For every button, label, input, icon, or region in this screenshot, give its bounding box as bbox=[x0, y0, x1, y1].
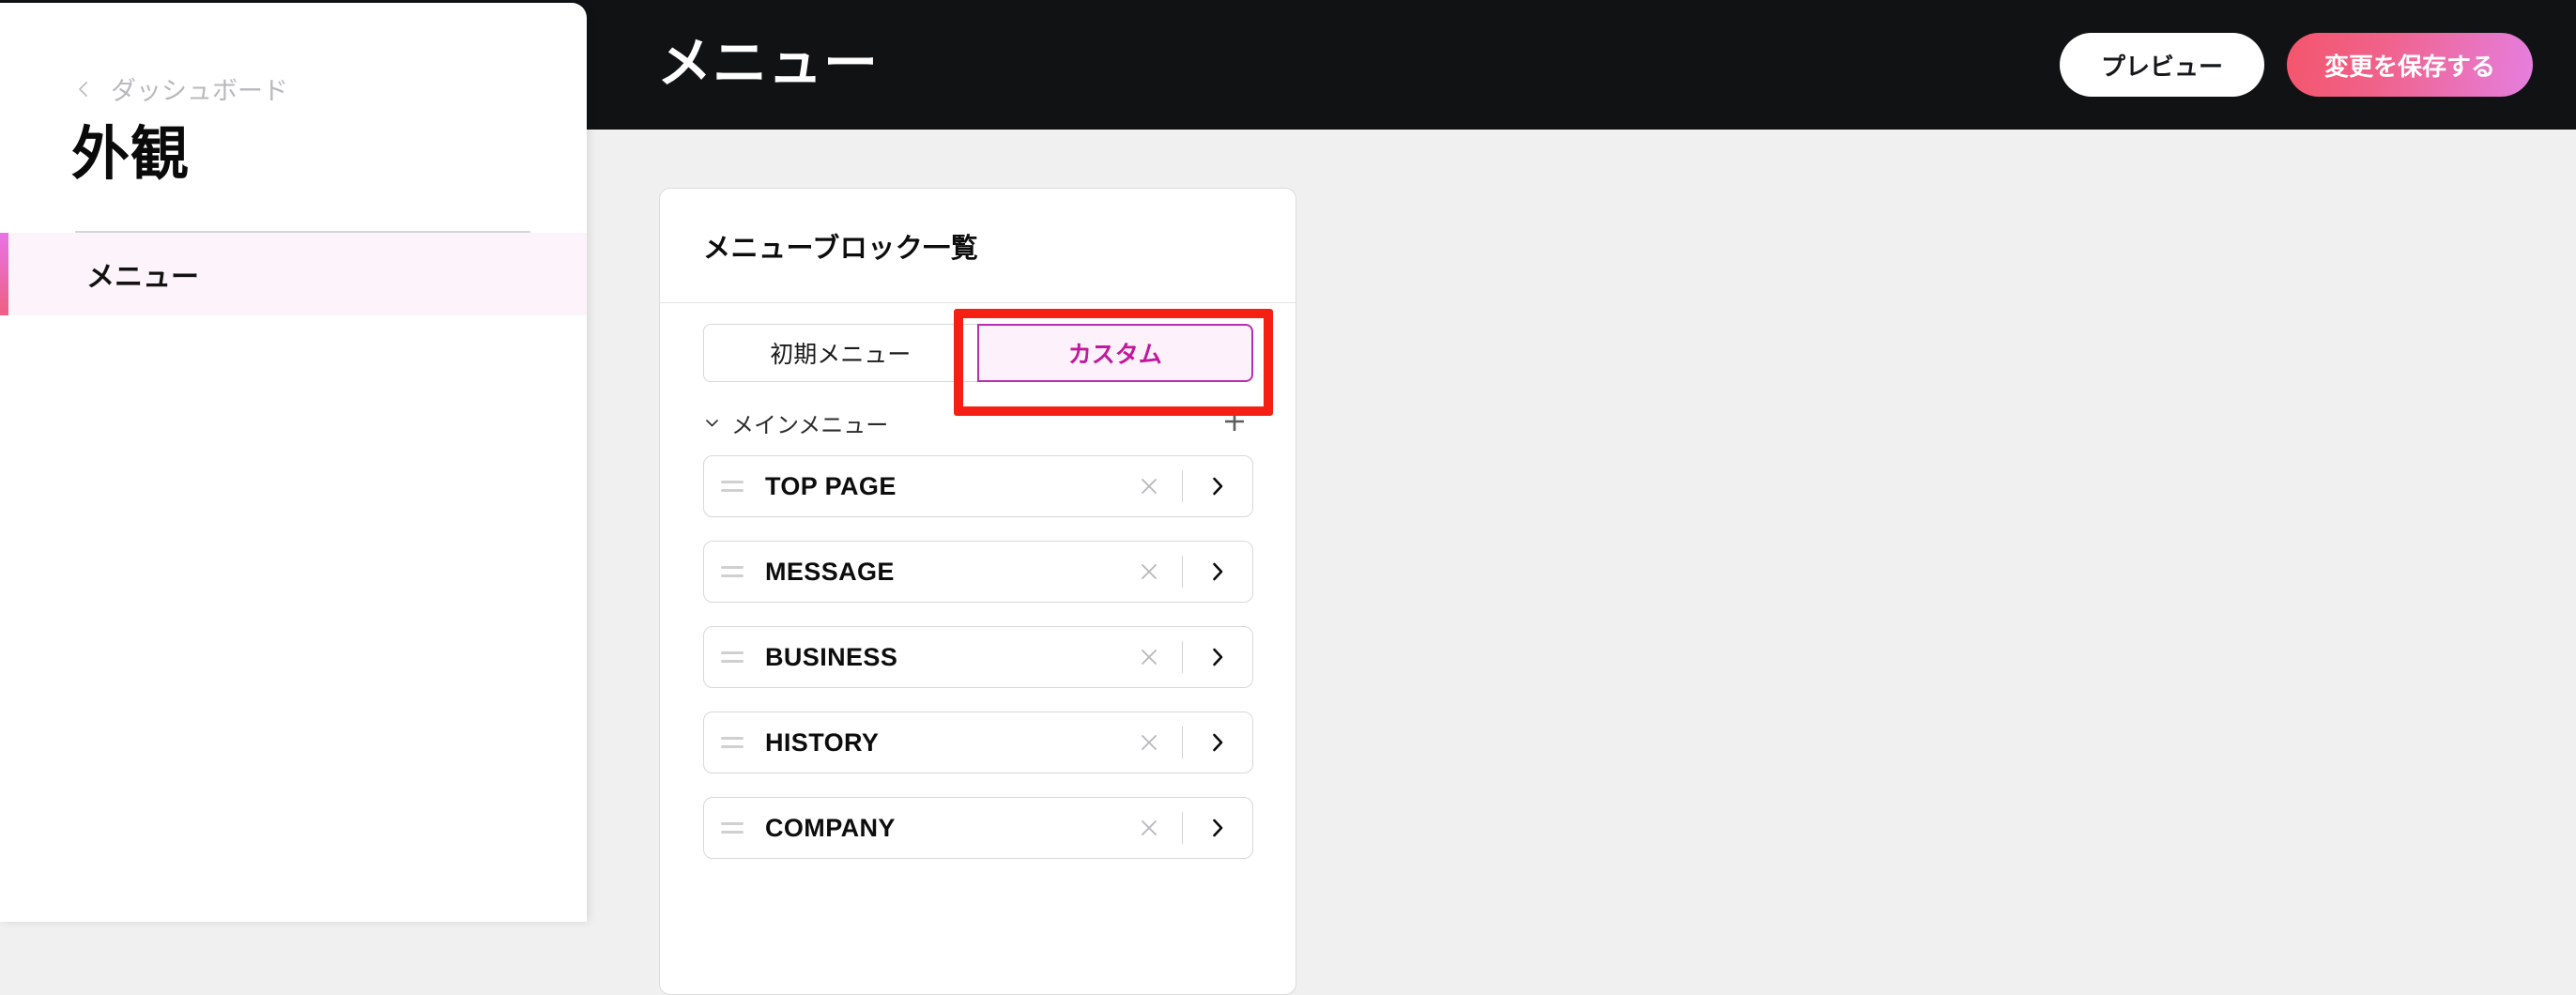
menu-item-label: COMPANY bbox=[765, 813, 896, 842]
card-header: メニューブロック一覧 bbox=[660, 189, 1296, 303]
close-icon[interactable] bbox=[1129, 637, 1169, 677]
breadcrumb-label: ダッシュボード bbox=[111, 77, 288, 105]
app-root: メニュー プレビュー 変更を保存する ダッシュボード 外観 メニュー メニューブ… bbox=[0, 0, 2576, 995]
row-divider bbox=[1182, 727, 1183, 758]
chevron-right-icon[interactable] bbox=[1196, 465, 1239, 508]
row-divider bbox=[1182, 556, 1183, 588]
close-icon[interactable] bbox=[1129, 552, 1169, 591]
drag-handle-icon[interactable] bbox=[721, 737, 749, 748]
sidebar-item-menu[interactable]: メニュー bbox=[0, 233, 587, 315]
plus-icon bbox=[1220, 407, 1249, 438]
main-menu-section-header: メインメニュー bbox=[703, 395, 1253, 450]
menu-blocks-card: メニューブロック一覧 初期メニュー カスタム メインメニュー TOP PAGE … bbox=[659, 188, 1296, 995]
active-accent-bar bbox=[0, 233, 8, 315]
menu-item-row[interactable]: TOP PAGE bbox=[703, 455, 1253, 517]
menu-type-tabs: 初期メニュー カスタム bbox=[703, 324, 1253, 382]
row-divider bbox=[1182, 812, 1183, 844]
add-menu-block-button[interactable] bbox=[1216, 404, 1253, 441]
menu-item-row[interactable]: MESSAGE bbox=[703, 541, 1253, 603]
sidebar-item-label: メニュー bbox=[86, 262, 199, 293]
menu-item-label: BUSINESS bbox=[765, 642, 898, 671]
card-body: 初期メニュー カスタム メインメニュー TOP PAGE MESSAGE BUS… bbox=[660, 303, 1296, 859]
menu-item-label: MESSAGE bbox=[765, 557, 895, 586]
save-changes-button[interactable]: 変更を保存する bbox=[2286, 33, 2533, 97]
chevron-left-icon bbox=[73, 79, 94, 100]
menu-items-list: TOP PAGE MESSAGE BUSINESS HISTORY COMPAN… bbox=[703, 455, 1253, 859]
chevron-right-icon[interactable] bbox=[1196, 550, 1239, 593]
header-actions: プレビュー 変更を保存する bbox=[2059, 0, 2533, 130]
drag-handle-icon[interactable] bbox=[721, 566, 749, 577]
chevron-right-icon[interactable] bbox=[1196, 635, 1239, 679]
preview-button[interactable]: プレビュー bbox=[2059, 33, 2264, 97]
menu-item-label: HISTORY bbox=[765, 727, 880, 757]
chevron-down-icon bbox=[703, 414, 721, 432]
menu-item-label: TOP PAGE bbox=[765, 471, 897, 500]
tab-default-menu[interactable]: 初期メニュー bbox=[703, 324, 977, 382]
sidebar: ダッシュボード 外観 メニュー bbox=[0, 3, 587, 922]
drag-handle-icon[interactable] bbox=[721, 481, 749, 492]
tab-custom[interactable]: カスタム bbox=[976, 324, 1253, 382]
page-title: 外観 bbox=[71, 122, 191, 187]
card-title: メニューブロック一覧 bbox=[703, 233, 979, 264]
main-menu-section-toggle[interactable]: メインメニュー bbox=[703, 406, 888, 439]
menu-item-row[interactable]: HISTORY bbox=[703, 712, 1253, 773]
breadcrumb-dashboard-link[interactable]: ダッシュボード bbox=[73, 70, 288, 107]
row-divider bbox=[1182, 470, 1183, 502]
close-icon[interactable] bbox=[1129, 467, 1169, 506]
chevron-right-icon[interactable] bbox=[1196, 806, 1239, 850]
main-menu-section-label: メインメニュー bbox=[731, 412, 889, 438]
drag-handle-icon[interactable] bbox=[721, 822, 749, 834]
chevron-right-icon[interactable] bbox=[1196, 721, 1239, 764]
drag-handle-icon[interactable] bbox=[721, 651, 749, 663]
page-header-title: メニュー bbox=[657, 33, 880, 94]
menu-item-row[interactable]: COMPANY bbox=[703, 797, 1253, 859]
close-icon[interactable] bbox=[1129, 808, 1169, 848]
menu-item-row[interactable]: BUSINESS bbox=[703, 626, 1253, 688]
row-divider bbox=[1182, 641, 1183, 673]
close-icon[interactable] bbox=[1129, 723, 1169, 762]
